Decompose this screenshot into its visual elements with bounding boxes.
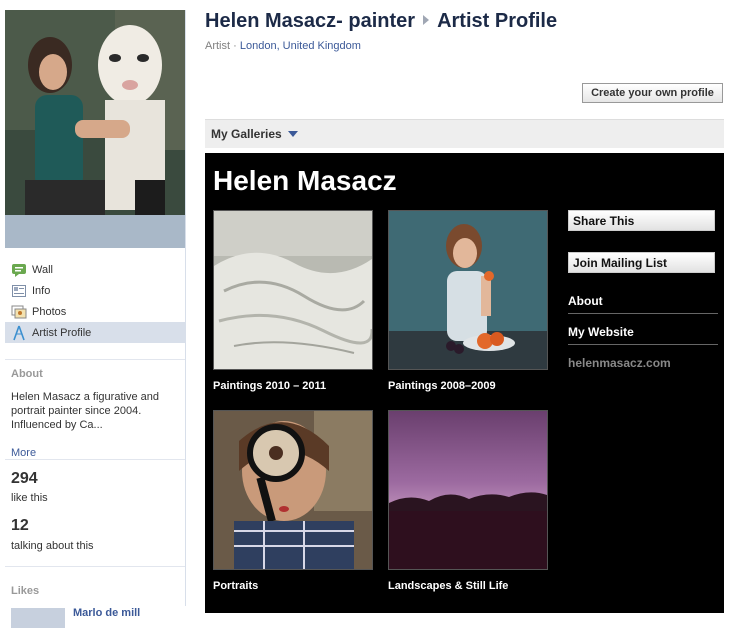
more-link[interactable]: More bbox=[11, 447, 36, 459]
photos-icon bbox=[11, 304, 27, 320]
sidebar-item-label: Wall bbox=[32, 263, 53, 276]
sidebar-item-label: Info bbox=[32, 284, 51, 297]
gallery-caption[interactable]: Paintings 2008–2009 bbox=[388, 380, 496, 392]
page-subtitle: Artist · London, United Kingdom bbox=[205, 40, 361, 52]
gallery-caption[interactable]: Paintings 2010 – 2011 bbox=[213, 380, 326, 392]
liked-page-name[interactable]: Marlo de mill bbox=[73, 607, 140, 619]
website-url-link[interactable]: helenmasacz.com bbox=[568, 356, 671, 370]
gallery-thumbnail-paintings-2010[interactable] bbox=[213, 210, 373, 370]
divider bbox=[5, 359, 185, 360]
create-profile-button[interactable]: Create your own profile bbox=[582, 83, 723, 103]
unmade-bed-painting bbox=[214, 211, 372, 369]
divider bbox=[5, 566, 185, 567]
purple-landscape-painting bbox=[389, 411, 547, 569]
likes-heading: Likes bbox=[11, 585, 40, 597]
artist-profile-icon bbox=[11, 325, 27, 341]
chevron-down-icon bbox=[287, 131, 298, 137]
artist-gallery-panel: Helen Masacz Paintings 2010 – 2011 Paint… bbox=[205, 153, 724, 613]
divider bbox=[568, 313, 718, 314]
location-link[interactable]: London, United Kingdom bbox=[240, 40, 361, 52]
gallery-thumbnail-portraits[interactable] bbox=[213, 410, 373, 570]
about-link[interactable]: About bbox=[568, 294, 718, 308]
about-heading: About bbox=[11, 368, 43, 380]
sidebar-item-artist-profile[interactable]: Artist Profile bbox=[5, 322, 185, 343]
share-this-button[interactable]: Share This bbox=[568, 210, 715, 231]
talking-count: 12 bbox=[11, 517, 29, 534]
likes-count: 294 bbox=[11, 470, 38, 487]
page-category: Artist bbox=[205, 40, 231, 52]
info-icon bbox=[11, 283, 27, 299]
sidebar-nav: Wall Info Photos Artist Profile bbox=[5, 259, 185, 343]
galleries-menu[interactable]: My Galleries bbox=[205, 119, 724, 148]
divider bbox=[5, 459, 185, 460]
breadcrumb-arrow-icon bbox=[423, 14, 430, 25]
talking-label: talking about this bbox=[11, 540, 94, 552]
sidebar-item-info[interactable]: Info bbox=[5, 280, 185, 301]
my-website-link[interactable]: My Website bbox=[568, 325, 718, 339]
left-column: Wall Info Photos Artist Profile About He… bbox=[5, 10, 186, 628]
sidebar-item-label: Photos bbox=[32, 305, 67, 318]
portrait-with-fruit-painting bbox=[389, 211, 547, 369]
gallery-thumbnail-landscapes[interactable] bbox=[388, 410, 548, 570]
section-title: Artist Profile bbox=[437, 10, 558, 32]
profile-painting bbox=[5, 10, 185, 248]
liked-page-thumbnail[interactable] bbox=[11, 608, 65, 628]
page-title: Helen Masacz- painter Artist Profile bbox=[205, 10, 557, 33]
sidebar-item-label: Artist Profile bbox=[32, 326, 92, 339]
artist-name: Helen Masacz bbox=[213, 165, 397, 196]
galleries-menu-label: My Galleries bbox=[211, 127, 282, 141]
join-mailing-list-button[interactable]: Join Mailing List bbox=[568, 252, 715, 273]
subtitle-separator: · bbox=[233, 40, 237, 52]
gallery-thumbnail-paintings-2008[interactable] bbox=[388, 210, 548, 370]
likes-label: like this bbox=[11, 492, 48, 504]
about-text: Helen Masacz a figurative and portrait p… bbox=[11, 391, 159, 431]
magnifier-portrait-painting bbox=[214, 411, 372, 569]
sidebar-item-wall[interactable]: Wall bbox=[5, 259, 185, 280]
divider bbox=[568, 344, 718, 345]
gallery-caption[interactable]: Portraits bbox=[213, 580, 258, 592]
wall-icon bbox=[11, 262, 27, 278]
gallery-caption[interactable]: Landscapes & Still Life bbox=[388, 580, 508, 592]
sidebar-item-photos[interactable]: Photos bbox=[5, 301, 185, 322]
profile-picture[interactable] bbox=[5, 10, 185, 248]
page-name-link[interactable]: Helen Masacz- painter bbox=[205, 10, 415, 32]
